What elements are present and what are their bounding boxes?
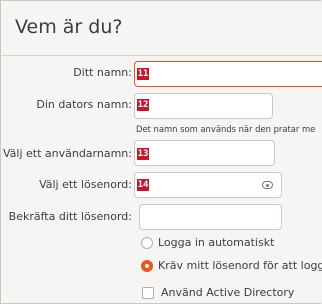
auto-login-label[interactable]: Logga in automatiskt: [158, 236, 274, 249]
title-separator: [0, 55, 322, 56]
username-field[interactable]: [134, 140, 275, 166]
computer-name-badge: 12: [137, 99, 149, 111]
require-password-radio[interactable]: [141, 260, 153, 272]
name-badge: 11: [137, 68, 149, 80]
require-password-label[interactable]: Kräv mitt lösenord för att logga: [158, 259, 322, 272]
active-directory-label[interactable]: Använd Active Directory: [161, 286, 294, 299]
computer-name-label: Din dators namn:: [36, 98, 132, 111]
computer-name-field[interactable]: [134, 93, 273, 119]
auto-login-radio[interactable]: [141, 237, 153, 249]
password-field[interactable]: [134, 172, 282, 198]
page-title: Vem är du?: [15, 16, 123, 38]
eye-icon[interactable]: [262, 181, 273, 189]
confirm-password-field[interactable]: [139, 204, 282, 230]
password-label: Välj ett lösenord:: [39, 178, 132, 191]
name-label: Ditt namn:: [73, 66, 132, 79]
active-directory-checkbox[interactable]: [142, 287, 154, 299]
password-badge: 14: [137, 179, 149, 191]
username-badge: 13: [137, 148, 149, 160]
name-field[interactable]: [134, 61, 322, 87]
username-label: Välj ett användarnamn:: [2, 147, 132, 160]
confirm-password-label: Bekräfta ditt lösenord:: [8, 210, 132, 223]
computer-name-hint: Det namn som används när den pratar me: [136, 124, 316, 134]
